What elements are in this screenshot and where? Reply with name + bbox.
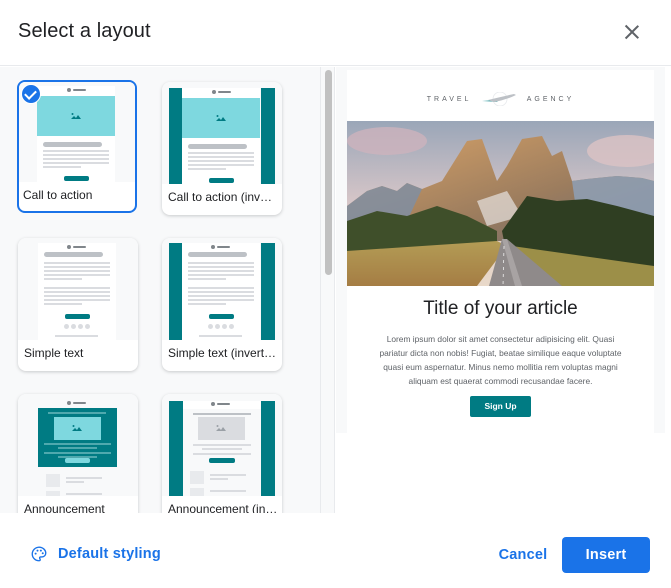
layout-label: Simple text [24, 346, 84, 360]
layout-card-call-to-action-inverted[interactable]: Call to action (inverted) [162, 82, 282, 215]
thumb-page [38, 243, 116, 340]
dialog-header: Select a layout [0, 0, 671, 66]
sign-up-button[interactable]: Sign Up [470, 396, 531, 417]
layout-label: Call to action (inverted) [168, 190, 278, 204]
dialog-footer: Default styling Cancel Insert [0, 513, 671, 588]
thumb-page [182, 88, 260, 184]
article-title: Title of your article [423, 298, 578, 319]
thumb-page [182, 243, 260, 340]
layout-thumbnail [162, 82, 282, 184]
layout-card-announcement-inverted[interactable]: Announcement (inverted) [162, 394, 282, 513]
layout-label: Simple text (inverted) [168, 346, 278, 360]
layout-card-call-to-action[interactable]: Call to action [17, 80, 137, 213]
article-body: Lorem ipsum dolor sit amet consectetur a… [379, 334, 622, 386]
thumb-page [37, 86, 115, 182]
layout-label: Call to action [23, 188, 93, 202]
layout-thumbnail [162, 238, 282, 340]
image-placeholder-icon [54, 417, 101, 440]
cancel-button[interactable]: Cancel [488, 537, 558, 573]
layout-preview: TRAVEL AGENCY Title of your article Lore… [336, 67, 671, 513]
scrollbar-thumb[interactable] [325, 70, 332, 275]
palette-icon [31, 546, 47, 562]
layout-list-scrollbar[interactable] [321, 67, 335, 513]
default-styling-label: Default styling [58, 546, 161, 562]
email-preview: TRAVEL AGENCY Title of your article Lore… [347, 70, 654, 433]
image-placeholder-icon [37, 96, 115, 136]
layout-list: Call to action Call to action (invert Si… [0, 67, 321, 513]
select-layout-dialog: Select a layout Call to action Call to a… [0, 0, 671, 588]
layout-thumbnail [18, 394, 138, 496]
dialog-title: Select a layout [18, 20, 151, 42]
layout-card-simple-text[interactable]: Simple text [18, 238, 138, 371]
hero-image [347, 121, 654, 286]
layout-label: Announcement [24, 502, 105, 513]
layout-thumbnail [18, 238, 138, 340]
default-styling-button[interactable]: Default styling [30, 543, 161, 565]
layout-label: Announcement (inverted) [168, 502, 278, 513]
close-icon[interactable] [620, 20, 644, 44]
layout-thumbnail [162, 394, 282, 496]
image-placeholder-icon [182, 98, 260, 138]
airplane-icon [480, 91, 518, 107]
layout-card-simple-text-inverted[interactable]: Simple text (inverted) [162, 238, 282, 371]
travel-agency-logo: TRAVEL AGENCY [347, 91, 654, 107]
insert-button[interactable]: Insert [562, 537, 650, 573]
image-placeholder-icon [198, 417, 245, 440]
layout-card-announcement[interactable]: Announcement [18, 394, 138, 513]
selected-check-icon [21, 84, 41, 104]
